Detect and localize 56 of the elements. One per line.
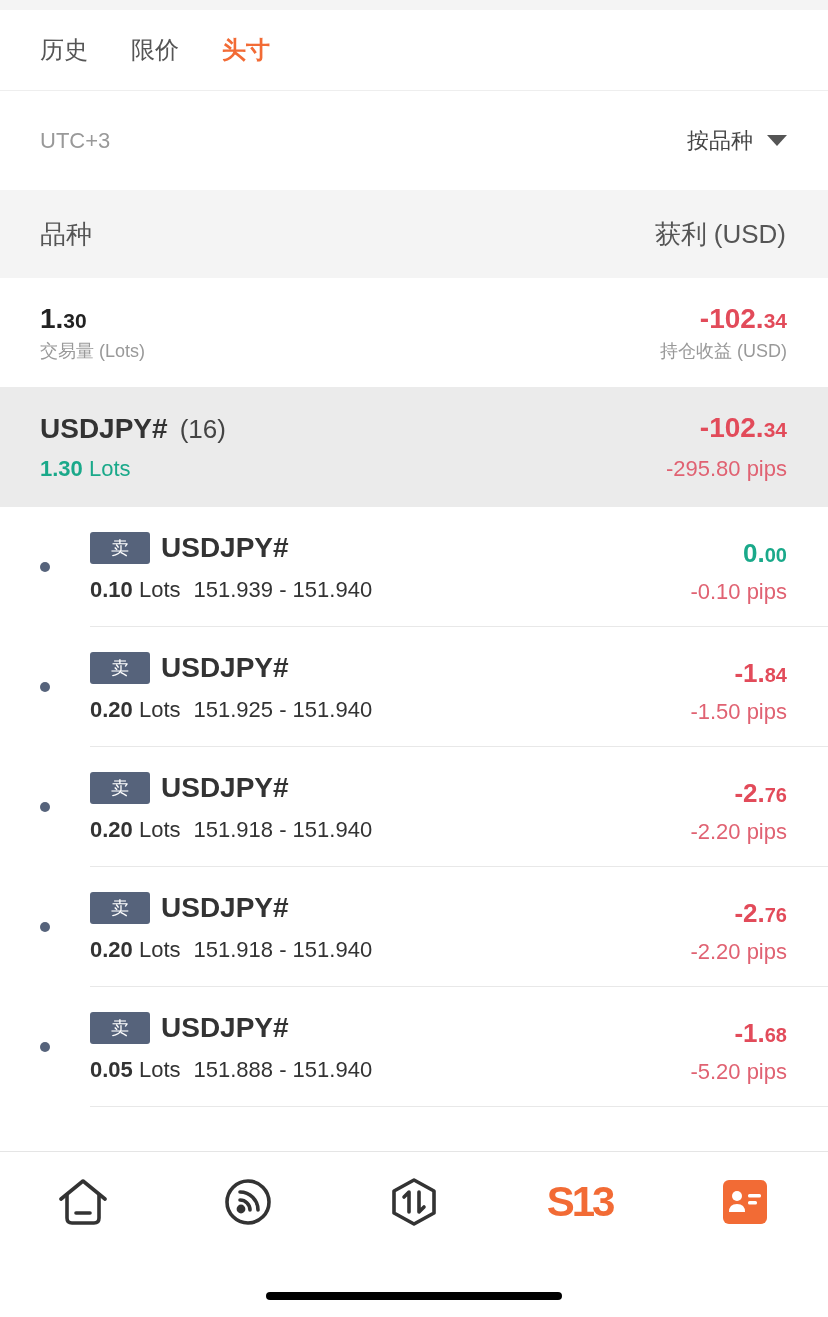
column-header: 品种 (40, 217, 92, 251)
lot-size: 0.20 Lots (90, 697, 181, 723)
price-range: 151.918 - 151.940 (193, 937, 373, 963)
order-count: (16) (179, 413, 226, 446)
pips-value: -1.50 pips (690, 699, 787, 725)
pips-value: -295.80 pips (665, 456, 787, 482)
price-range: 151.888 - 151.940 (193, 1057, 373, 1083)
lot-size: 1.30 Lots (40, 456, 132, 482)
timezone-label: UTC+3 (40, 127, 111, 154)
column-header: 获利 (USD) (654, 217, 786, 251)
side-badge: 卖 (90, 652, 150, 684)
profit-value: -1.68 (734, 1019, 787, 1049)
symbol-label: USDJPY# (161, 652, 289, 684)
feed-icon[interactable] (225, 1178, 272, 1225)
sort-dropdown[interactable]: 按品种 (687, 125, 787, 156)
group-row[interactable]: USDJPY# (16) 1.30 Lots -102.34 -295.80 pips (0, 387, 828, 507)
profit-value: -102.34 (699, 412, 787, 445)
dot-icon (40, 802, 50, 812)
profit-value: -1.84 (734, 659, 787, 689)
price-range: 151.918 - 151.940 (193, 817, 373, 843)
profit-value: -2.76 (734, 899, 787, 929)
hexagon-arrows-icon[interactable] (392, 1177, 436, 1226)
pips-value: -0.10 pips (690, 579, 787, 605)
dot-icon (40, 1042, 50, 1052)
dot-icon (40, 562, 50, 572)
total-volume: 1.30 (40, 302, 88, 336)
profit-value: -2.76 (734, 779, 787, 809)
lot-size: 0.10 Lots (90, 577, 181, 603)
price-range: 151.925 - 151.940 (193, 697, 373, 723)
home-icon[interactable] (58, 1178, 107, 1225)
tab[interactable]: 历史 (40, 34, 88, 66)
volume-label: 交易量 (Lots) (40, 339, 145, 363)
symbol-label: USDJPY# (161, 532, 289, 564)
dot-icon (40, 682, 50, 692)
symbol-label: USDJPY# (161, 1012, 289, 1044)
contact-card-icon[interactable] (723, 1179, 768, 1224)
side-badge: 卖 (90, 892, 150, 924)
pips-value: -2.20 pips (690, 939, 787, 965)
profit-label: 持仓收益 (USD) (660, 339, 787, 363)
pips-value: -5.20 pips (690, 1059, 787, 1085)
pips-value: -2.20 pips (690, 819, 787, 845)
lot-size: 0.20 Lots (90, 937, 181, 963)
total-profit: -102.34 (699, 302, 787, 336)
tab[interactable]: 限价 (131, 34, 179, 66)
price-range: 151.939 - 151.940 (193, 577, 373, 603)
lot-size: 0.05 Lots (90, 1057, 181, 1083)
symbol-label: USDJPY# (161, 892, 289, 924)
symbol-label: USDJPY# (161, 772, 289, 804)
side-badge: 卖 (90, 1012, 150, 1044)
dot-icon (40, 922, 50, 932)
lot-size: 0.20 Lots (90, 817, 181, 843)
caret-icon (767, 135, 787, 146)
profit-value: 0.00 (743, 539, 787, 569)
symbol-label: USDJPY# (40, 412, 168, 446)
side-badge: 卖 (90, 772, 150, 804)
side-badge: 卖 (90, 532, 150, 564)
